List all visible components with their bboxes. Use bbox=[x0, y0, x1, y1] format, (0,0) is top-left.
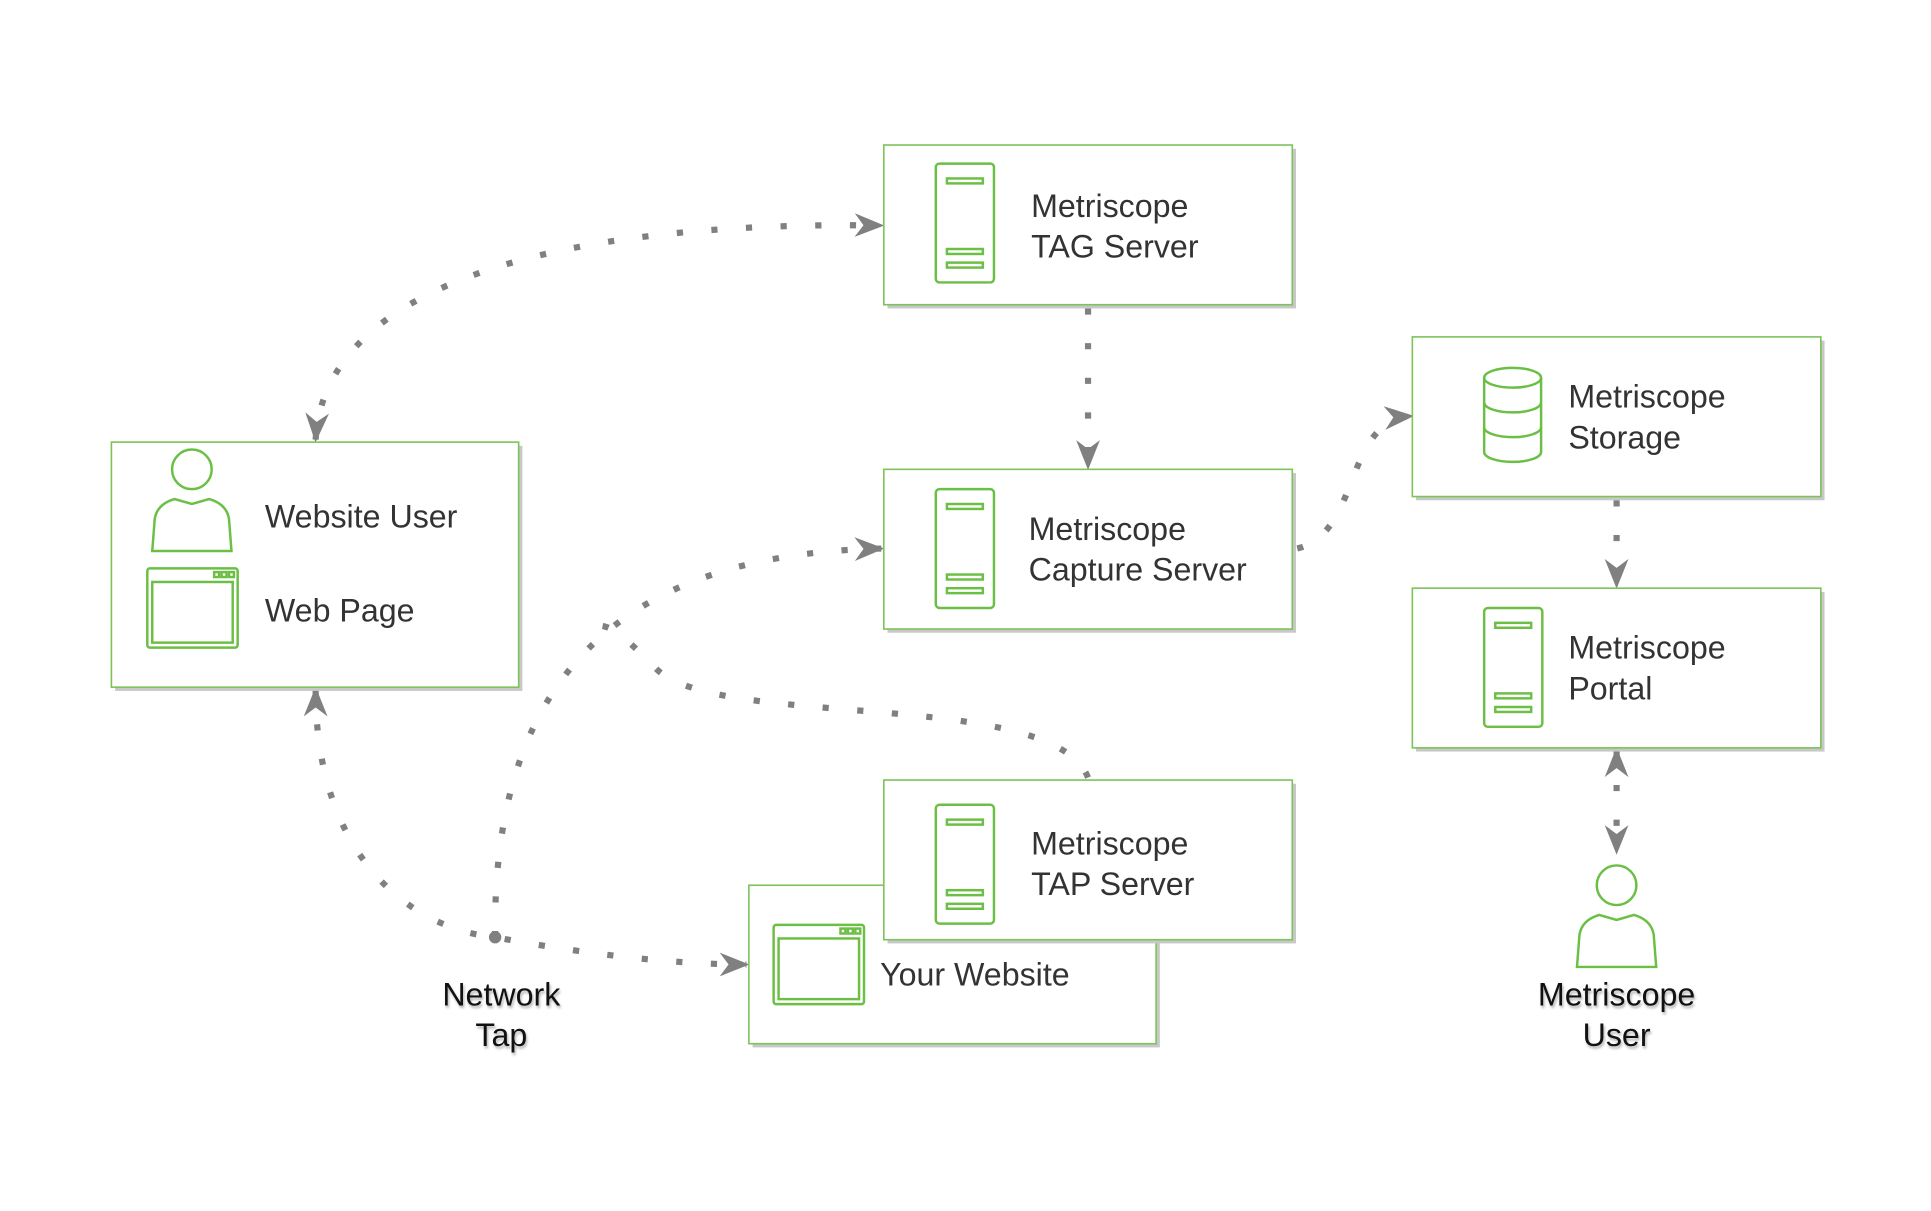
node-portal[interactable]: Metriscope Portal bbox=[1411, 587, 1825, 752]
portal-label-1: Metriscope bbox=[1568, 630, 1725, 666]
edge-capture-to-storage bbox=[1296, 406, 1415, 552]
architecture-diagram: Metriscope TAG Server Website User Web P… bbox=[110, 144, 1825, 1053]
node-metriscope-user[interactable]: Metriscope User bbox=[1538, 864, 1695, 1053]
user-icon bbox=[1575, 864, 1658, 969]
network-tap-label-1: Network bbox=[442, 976, 561, 1012]
web-page-label: Web Page bbox=[265, 593, 415, 629]
network-tap-point bbox=[488, 931, 502, 944]
edge-tag-to-website-user bbox=[305, 213, 885, 443]
website-user-label: Website User bbox=[265, 499, 458, 535]
metriscope-user-label-1: Metriscope bbox=[1538, 976, 1695, 1012]
capture-server-label-1: Metriscope bbox=[1029, 511, 1186, 547]
storage-label-2: Storage bbox=[1568, 419, 1681, 455]
node-storage[interactable]: Metriscope Storage bbox=[1411, 336, 1825, 501]
your-website-label: Your Website bbox=[880, 957, 1070, 993]
portal-label-2: Portal bbox=[1568, 671, 1652, 707]
node-website-user[interactable]: Website User Web Page bbox=[110, 441, 523, 691]
tag-server-label-2: TAG Server bbox=[1031, 229, 1199, 265]
tag-server-label-1: Metriscope bbox=[1031, 188, 1188, 224]
tap-server-label-2: TAP Server bbox=[1031, 866, 1195, 902]
network-tap-label: Network Tap bbox=[442, 976, 561, 1053]
network-tap-label-2: Tap bbox=[475, 1017, 527, 1053]
metriscope-user-label-2: User bbox=[1583, 1017, 1651, 1053]
node-capture-server[interactable]: Metriscope Capture Server bbox=[882, 468, 1296, 633]
node-tap-server[interactable]: Metriscope TAP Server bbox=[882, 779, 1296, 944]
capture-server-label-2: Capture Server bbox=[1029, 552, 1247, 588]
tap-server-label-1: Metriscope bbox=[1031, 825, 1188, 861]
node-tag-server[interactable]: Metriscope TAG Server bbox=[882, 144, 1296, 309]
edge-network-tap-to-capture bbox=[492, 537, 885, 938]
storage-label-1: Metriscope bbox=[1568, 378, 1725, 414]
edge-tap-server-to-capture bbox=[596, 622, 1091, 779]
